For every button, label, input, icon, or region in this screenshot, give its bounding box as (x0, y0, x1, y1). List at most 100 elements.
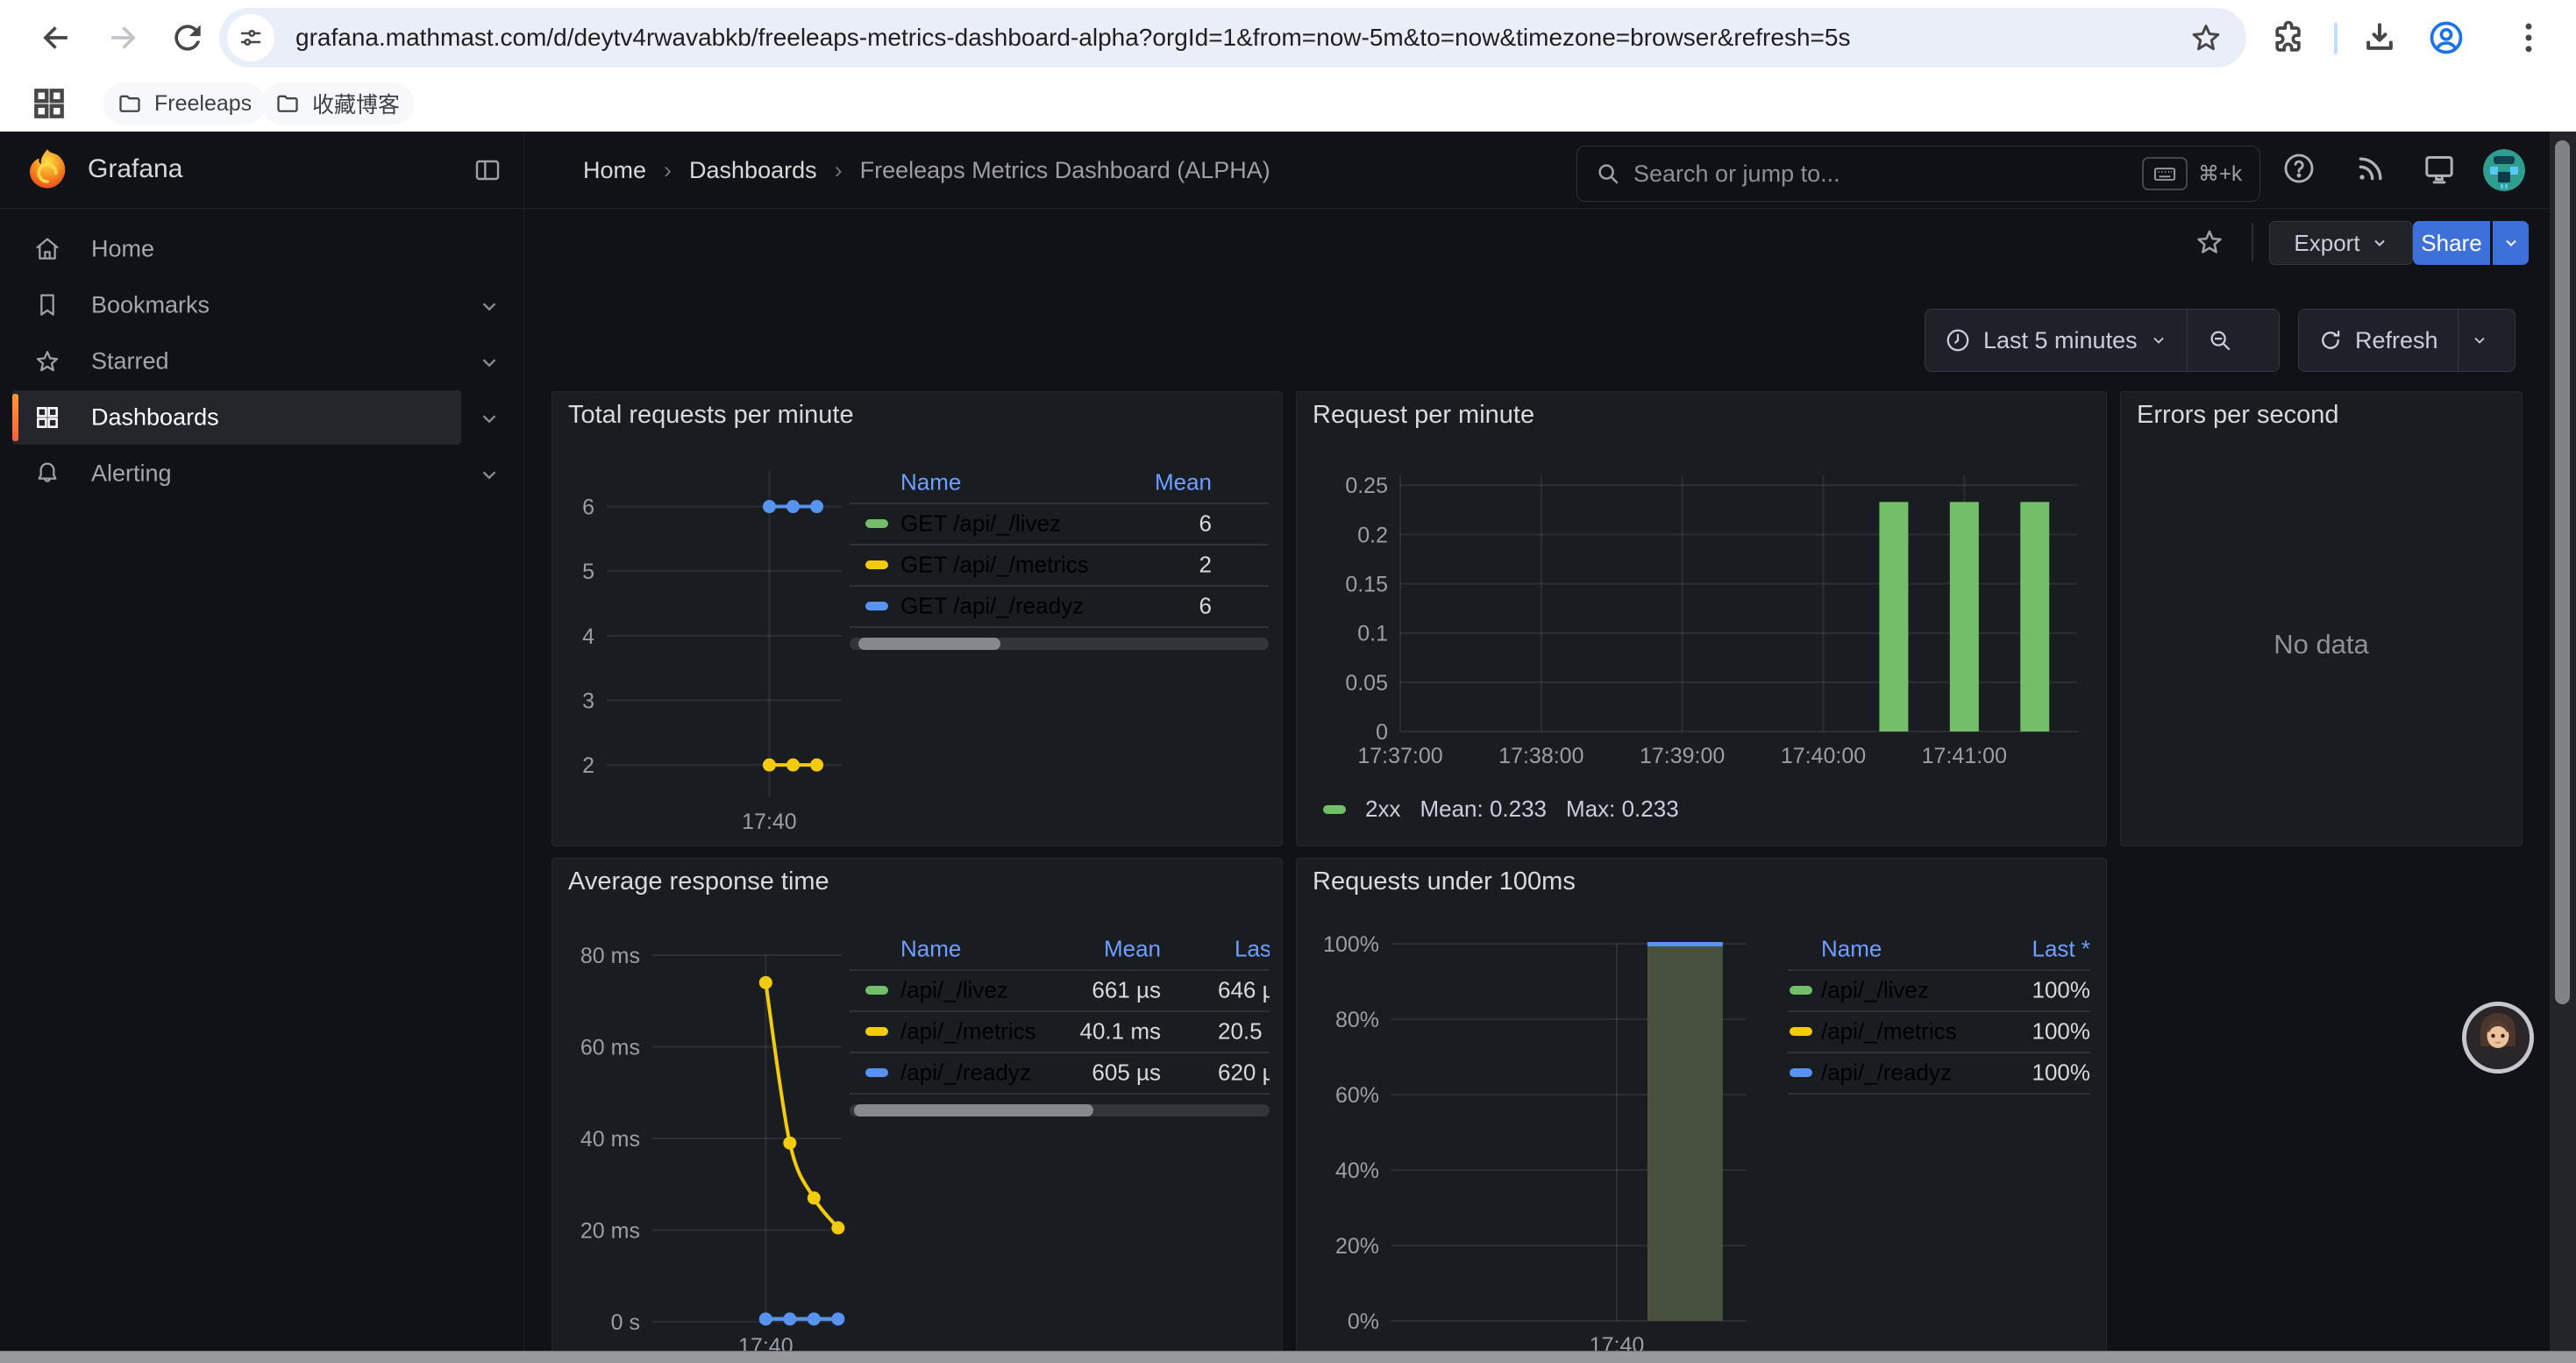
page-scrollbar[interactable] (2550, 132, 2576, 1351)
news-rss-icon[interactable] (2353, 151, 2388, 186)
actions-divider (2252, 223, 2253, 261)
breadcrumb-item: Freeleaps Metrics Dashboard (ALPHA) (860, 157, 1270, 184)
time-range-picker[interactable]: Last 5 minutes (1925, 310, 2187, 371)
chevron-down-icon[interactable] (478, 295, 501, 318)
column-header[interactable]: Name (1821, 936, 1882, 963)
series-value: 100% (2032, 1059, 2091, 1086)
legend-row[interactable]: GET /api/_/livez6 (850, 503, 1269, 544)
legend-row[interactable]: /api/_/metrics40.1 ms20.5 ms (850, 1010, 1270, 1052)
svg-text:0.05: 0.05 (1345, 671, 1388, 696)
profile-icon[interactable] (2427, 18, 2466, 57)
bar-chart[interactable]: 00.050.10.150.20.2517:37:0017:38:0017:39… (1297, 392, 2107, 846)
forward-icon[interactable] (103, 18, 142, 57)
series-name: /api/_/metrics (900, 1017, 1036, 1045)
series-swatch (1323, 805, 1346, 814)
series-value: 6 (1199, 592, 1212, 619)
user-avatar[interactable] (2483, 149, 2525, 191)
series-name: /api/_/livez (1821, 976, 1929, 1003)
sidebar-item-home[interactable]: Home (0, 222, 523, 276)
chevron-down-icon[interactable] (478, 351, 501, 374)
refresh-interval-button[interactable] (2459, 310, 2501, 371)
sidebar-toggle-icon[interactable] (473, 156, 502, 184)
bookmark-star-icon[interactable] (2188, 20, 2224, 55)
column-header[interactable]: Mean (1155, 469, 1212, 496)
panel-total-requests: Total requests per minute 2345617:40 Nam… (551, 391, 1283, 846)
site-info-icon[interactable] (227, 14, 274, 61)
help-icon[interactable] (2281, 151, 2316, 186)
sidebar-item-alerting[interactable]: Alerting (0, 446, 523, 501)
assistant-avatar[interactable] (2462, 1002, 2534, 1074)
back-icon[interactable] (37, 18, 75, 57)
chevron-down-icon[interactable] (478, 407, 501, 430)
series-value: 605 µs (1092, 1059, 1161, 1086)
monitor-icon[interactable] (2422, 151, 2457, 186)
zoom-out-button[interactable] (2188, 310, 2252, 371)
svg-text:0.1: 0.1 (1357, 622, 1388, 646)
sidebar-item-starred[interactable]: Starred (0, 334, 523, 389)
series-name: GET /api/_/metrics (900, 551, 1089, 578)
breadcrumb-item[interactable]: Home (583, 157, 646, 184)
breadcrumb-item[interactable]: Dashboards (689, 157, 817, 184)
downloads-icon[interactable] (2360, 18, 2399, 57)
scrollbar-thumb[interactable] (2555, 140, 2570, 1004)
sidebar-item-dashboards[interactable]: Dashboards (0, 390, 523, 445)
legend-scrollbar[interactable] (850, 1104, 1270, 1117)
legend-row[interactable]: /api/_/readyz605 µs620 µs (850, 1052, 1270, 1093)
svg-text:80%: 80% (1335, 1008, 1379, 1032)
column-header[interactable]: Last * (1235, 936, 1270, 963)
extensions-icon[interactable] (2269, 18, 2308, 57)
address-bar[interactable]: grafana.mathmast.com/d/deytv4rwavabkb/fr… (219, 8, 2246, 68)
bookmark-folder[interactable]: 收藏博客 (261, 82, 414, 125)
horizontal-scrollbar[interactable] (0, 1351, 2576, 1363)
legend-scrollbar[interactable] (850, 638, 1269, 650)
breadcrumb: Home›Dashboards›Freeleaps Metrics Dashbo… (583, 132, 1270, 209)
search-icon (1595, 161, 1621, 187)
sidebar-divider (523, 132, 524, 1363)
bookmark-folder[interactable]: Freeleaps (103, 82, 266, 125)
svg-text:3: 3 (582, 689, 594, 714)
legend-row[interactable]: GET /api/_/readyz6 (850, 585, 1269, 626)
chevron-down-icon (2502, 234, 2520, 252)
browser-menu-icon[interactable] (2509, 18, 2548, 57)
series-value: 40.1 ms (1080, 1017, 1162, 1045)
export-button[interactable]: Export (2269, 221, 2413, 265)
svg-text:17:41:00: 17:41:00 (1922, 744, 2007, 768)
apps-grid-icon[interactable] (30, 84, 68, 123)
column-header[interactable]: Name (900, 936, 961, 963)
svg-text:17:38:00: 17:38:00 (1498, 744, 1583, 768)
grafana-logo[interactable] (25, 147, 70, 193)
series-value: 100% (2032, 1017, 2091, 1045)
legend-row[interactable]: /api/_/livez661 µs646 µs (850, 969, 1270, 1010)
bookmarks-bar: Freeleaps收藏博客 (0, 75, 2576, 132)
series-swatch (865, 986, 888, 995)
svg-text:60 ms: 60 ms (580, 1036, 640, 1060)
legend-row[interactable]: GET /api/_/metrics2 (850, 544, 1269, 585)
refresh-button[interactable]: Refresh (2299, 310, 2458, 371)
series-name: /api/_/livez (900, 976, 1008, 1003)
column-header[interactable]: Last * (2032, 936, 2091, 963)
legend-row[interactable]: /api/_/metrics100% (1788, 1010, 2090, 1052)
brand-name[interactable]: Grafana (88, 154, 182, 184)
share-button[interactable]: Share (2413, 221, 2490, 265)
url-text[interactable]: grafana.mathmast.com/d/deytv4rwavabkb/fr… (295, 24, 2188, 52)
svg-text:17:37:00: 17:37:00 (1357, 744, 1442, 768)
chevron-down-icon[interactable] (478, 463, 501, 486)
favorite-star-icon[interactable] (2194, 226, 2225, 258)
reload-icon[interactable] (168, 18, 207, 57)
legend-row[interactable]: /api/_/readyz100% (1788, 1052, 2090, 1093)
series-swatch (865, 560, 888, 569)
svg-text:80 ms: 80 ms (580, 944, 640, 968)
legend-row[interactable]: /api/_/livez100% (1788, 969, 2090, 1010)
legend[interactable]: 2xx Mean: 0.233 Max: 0.233 (1323, 796, 1679, 823)
panel-title: Errors per second (2137, 401, 2339, 430)
sidebar-item-label: Starred (91, 348, 169, 375)
series-swatch (865, 1068, 888, 1077)
share-menu-button[interactable] (2493, 221, 2529, 265)
column-header[interactable]: Name (900, 469, 961, 496)
series-value: 6 (1199, 510, 1212, 537)
panel-errors-per-second: Errors per second No data (2120, 391, 2523, 846)
search-input[interactable]: Search or jump to... ⌘+k (1576, 146, 2260, 202)
column-header[interactable]: Mean (1104, 936, 1161, 963)
svg-text:5: 5 (582, 560, 594, 584)
sidebar-item-bookmarks[interactable]: Bookmarks (0, 278, 523, 332)
